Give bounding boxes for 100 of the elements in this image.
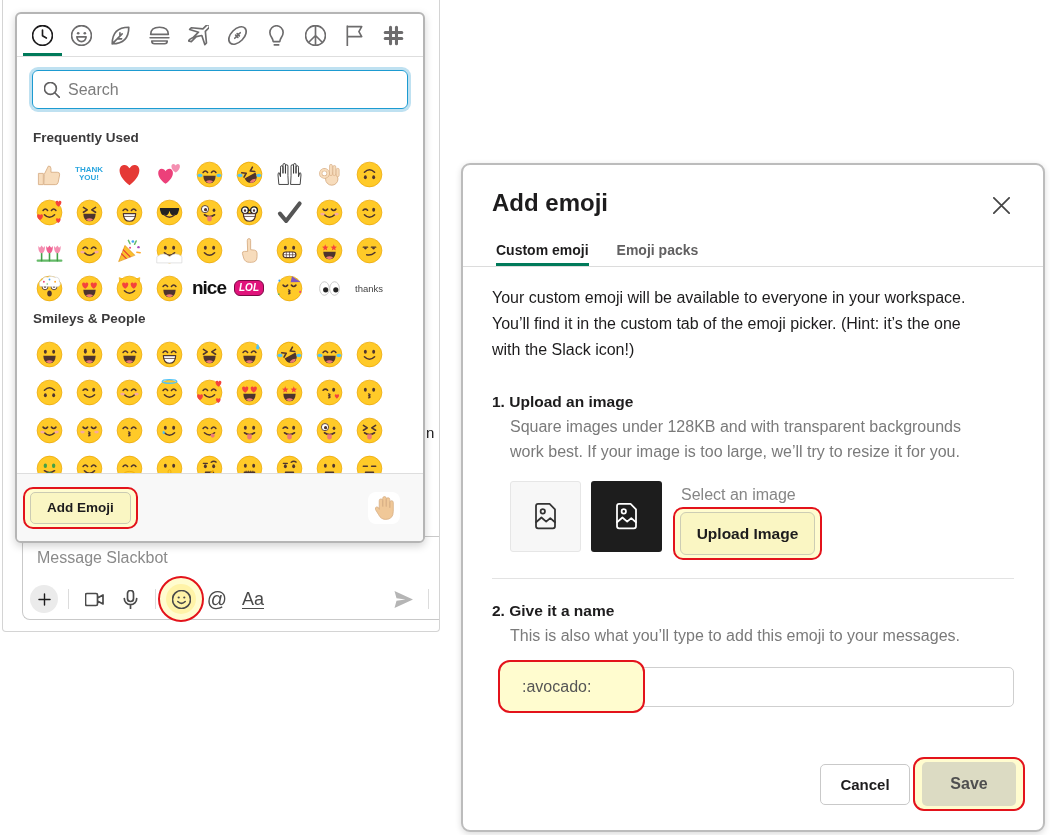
heart-eyes-face-icon[interactable] xyxy=(75,274,103,302)
raised-eyebrow-face-icon[interactable] xyxy=(275,454,303,473)
tears-of-joy-face-icon[interactable] xyxy=(195,160,223,188)
step-heading: 2. Give it a name xyxy=(492,601,615,621)
format-button[interactable]: Aa xyxy=(238,584,268,614)
zany-face-icon[interactable] xyxy=(195,198,223,226)
upside-down-face-icon[interactable] xyxy=(35,378,63,406)
close-icon xyxy=(992,196,1010,214)
face-with-hearts-icon[interactable] xyxy=(195,378,223,406)
cancel-button[interactable]: Cancel xyxy=(820,763,910,805)
sweat-smile-face-icon[interactable] xyxy=(235,340,263,368)
expressionless-face-icon[interactable] xyxy=(355,454,383,473)
squinting-tongue-face-icon[interactable] xyxy=(355,416,383,444)
raised-hands-icon[interactable] xyxy=(275,160,303,188)
winking-tongue-face-icon[interactable] xyxy=(275,416,303,444)
dialog-tab[interactable]: Custom emoji xyxy=(496,235,589,266)
heart-eyes-cat-icon[interactable] xyxy=(115,274,143,302)
relaxed-face-icon[interactable] xyxy=(315,198,343,226)
add-emoji-button[interactable]: Add Emoji xyxy=(30,491,131,524)
rolling-laughing-face-icon[interactable] xyxy=(235,160,263,188)
dialog-tab[interactable]: Emoji packs xyxy=(616,235,699,266)
image-file-icon xyxy=(616,503,637,530)
zipper-mouth-face-icon[interactable] xyxy=(235,454,263,473)
kissing-face-icon[interactable] xyxy=(355,378,383,406)
smiley-icon xyxy=(171,589,191,609)
hugging-face-icon[interactable] xyxy=(75,454,103,473)
intro-paragraph: Your custom emoji will be available to everyone in your workspace. You’ll find it in the custom tab of the emoji picker. (Hint: it’s the one with the Slack icon!) xyxy=(492,288,967,360)
star-eyes-face-icon[interactable] xyxy=(275,378,303,406)
rolling-laughing-face-icon[interactable] xyxy=(275,340,303,368)
emoji-button[interactable] xyxy=(166,584,196,614)
relaxed-face-icon[interactable] xyxy=(35,416,63,444)
tears-of-joy-face-icon[interactable] xyxy=(315,340,343,368)
step-hint: Square images under 128KB and with transparent backgrounds work best. If your image is too large, we’ll try to resize it for you. xyxy=(510,417,962,462)
beaming-face-icon[interactable] xyxy=(115,198,143,226)
text-emoji[interactable]: LOL xyxy=(234,280,264,296)
hand-over-mouth-face-icon[interactable] xyxy=(115,454,143,473)
smiley-icon xyxy=(71,24,92,46)
star-eyes-face-icon[interactable] xyxy=(315,236,343,264)
smiley-face-icon[interactable] xyxy=(75,340,103,368)
microphone-icon xyxy=(120,589,140,609)
step-heading: 1. Upload an image xyxy=(492,392,634,412)
smiling-eyes-face-icon[interactable] xyxy=(155,274,183,302)
kissing-heart-face-icon[interactable] xyxy=(315,378,343,406)
burger-icon xyxy=(149,24,170,46)
sunglasses-face-icon[interactable] xyxy=(155,198,183,226)
raised-hand-icon xyxy=(374,495,394,520)
upload-image-button[interactable]: Upload Image xyxy=(680,512,815,555)
neutral-face-icon[interactable] xyxy=(315,454,343,473)
dialog-title: Add emoji xyxy=(492,188,608,218)
exploding-head-icon[interactable] xyxy=(35,274,63,302)
beaming-face-icon[interactable] xyxy=(155,340,183,368)
field-value: :avocado: xyxy=(522,678,592,696)
heart-eyes-face-icon[interactable] xyxy=(235,378,263,406)
yum-face-icon[interactable] xyxy=(195,416,223,444)
grinning-face-icon[interactable] xyxy=(35,340,63,368)
select-image-label: Select an image xyxy=(681,485,796,505)
upside-down-face-icon[interactable] xyxy=(355,160,383,188)
check-mark-icon[interactable] xyxy=(275,198,303,226)
face-with-hearts-icon[interactable] xyxy=(35,198,63,226)
slight-smile-face-icon[interactable] xyxy=(355,340,383,368)
party-face-icon[interactable] xyxy=(275,274,303,302)
paper-plane-icon xyxy=(393,589,413,609)
section-heading: Frequently Used xyxy=(33,129,139,147)
thinking-face-icon[interactable] xyxy=(195,454,223,473)
lightbulb-icon xyxy=(266,24,287,46)
section-heading: Smileys & People xyxy=(33,310,146,328)
mention-button[interactable]: @ xyxy=(202,584,232,614)
peace-sign-icon xyxy=(305,24,326,46)
blushing-face-icon[interactable] xyxy=(115,378,143,406)
blushing-face-icon[interactable] xyxy=(75,236,103,264)
kissing-smiling-eyes-face-icon[interactable] xyxy=(115,416,143,444)
plus-button[interactable] xyxy=(30,585,58,613)
leaf-icon xyxy=(110,24,131,46)
step-hint: This is also what you’ll type to add this emoji to your messages. xyxy=(510,626,961,646)
halo-face-icon[interactable] xyxy=(155,378,183,406)
shushing-face-icon[interactable] xyxy=(155,454,183,473)
tongue-out-face-icon[interactable] xyxy=(235,416,263,444)
text-emoji[interactable]: nice xyxy=(192,278,226,298)
smiling-tear-face-icon[interactable] xyxy=(155,416,183,444)
winking-face-icon[interactable] xyxy=(75,378,103,406)
peeking-face-icon[interactable] xyxy=(155,236,183,264)
message-input-field[interactable]: Message Slackbot xyxy=(37,547,168,569)
money-mouth-face-icon[interactable] xyxy=(35,454,63,473)
search-field[interactable]: Search xyxy=(32,70,408,109)
text-emoji[interactable]: thanks xyxy=(355,282,383,294)
zany-face-icon[interactable] xyxy=(315,416,343,444)
laughing-face-icon[interactable] xyxy=(195,340,223,368)
laughing-face-icon[interactable] xyxy=(75,198,103,226)
slight-smile-face-icon[interactable] xyxy=(195,236,223,264)
hash-icon xyxy=(383,24,404,46)
kissing-closed-eyes-face-icon[interactable] xyxy=(75,416,103,444)
winking-face-icon[interactable] xyxy=(355,198,383,226)
flag-icon xyxy=(344,24,365,46)
smiling-eyes-face-icon[interactable] xyxy=(115,340,143,368)
grimacing-face-icon[interactable] xyxy=(275,236,303,264)
message-text: n xyxy=(426,424,435,441)
nerd-face-icon[interactable] xyxy=(235,198,263,226)
clock-icon xyxy=(32,24,53,46)
plus-icon xyxy=(36,591,52,607)
smirking-face-icon[interactable] xyxy=(355,236,383,264)
